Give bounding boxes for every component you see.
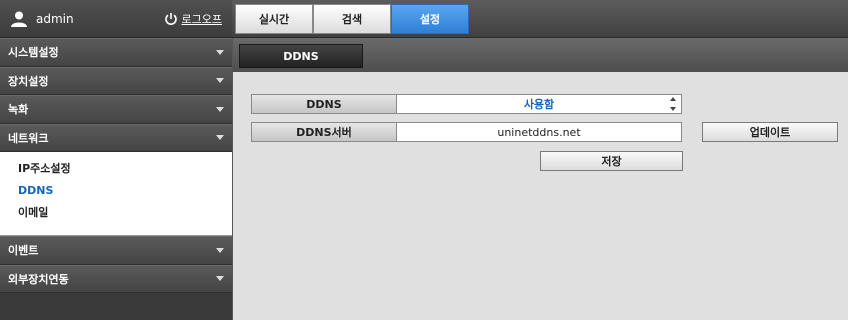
sidebar-item-label: 시스템설정 — [8, 46, 59, 60]
sidebar-item-record[interactable]: 녹화 — [0, 95, 232, 124]
ddns-server-field[interactable]: uninetddns.net — [396, 122, 682, 142]
top-tab-bar: 실시간 검색 설정 — [232, 0, 848, 38]
chevron-down-icon — [216, 247, 224, 253]
tab-live[interactable]: 실시간 — [235, 4, 313, 34]
sidebar-item-label: 네트워크 — [8, 131, 49, 145]
page-header: DDNS — [233, 38, 848, 72]
sidebar-item-device[interactable]: 장치설정 — [0, 66, 232, 95]
sidebar: admin 로그오프 시스템설정 장치설정 녹화 네트워크 IP주소설정 DDN… — [0, 0, 232, 320]
chevron-down-icon — [216, 106, 224, 112]
submenu-item-ip[interactable]: IP주소설정 — [0, 158, 232, 180]
user-icon — [10, 10, 28, 28]
ddns-select-value: 사용함 — [523, 98, 555, 111]
ddns-server-label: DDNS서버 — [251, 122, 397, 142]
submenu-item-ddns[interactable]: DDNS — [0, 180, 232, 202]
tab-settings[interactable]: 설정 — [391, 4, 469, 34]
arrow-up-icon — [670, 97, 676, 101]
page-title: DDNS — [239, 44, 363, 68]
logout-button[interactable]: 로그오프 — [164, 11, 222, 27]
arrow-down-icon — [670, 107, 676, 111]
sidebar-item-event[interactable]: 이벤트 — [0, 236, 232, 265]
network-submenu: IP주소설정 DDNS 이메일 — [0, 152, 232, 236]
sidebar-item-label: 외부장치연동 — [8, 272, 69, 286]
ddns-select[interactable]: 사용함 — [396, 94, 682, 114]
logout-label: 로그오프 — [181, 12, 222, 26]
save-button[interactable]: 저장 — [540, 151, 683, 171]
sidebar-item-external[interactable]: 외부장치연동 — [0, 264, 232, 293]
spinner-icon[interactable] — [670, 97, 678, 111]
username: admin — [36, 11, 74, 26]
ddns-label: DDNS — [251, 94, 397, 114]
chevron-down-icon — [216, 49, 224, 55]
sidebar-item-label: 녹화 — [8, 103, 29, 117]
sidebar-item-network[interactable]: 네트워크 — [0, 123, 232, 152]
power-icon — [164, 12, 178, 26]
update-button[interactable]: 업데이트 — [702, 122, 838, 142]
sidebar-item-label: 장치설정 — [8, 74, 49, 88]
submenu-item-email[interactable]: 이메일 — [0, 202, 232, 224]
chevron-down-icon — [216, 135, 224, 141]
chevron-down-icon — [216, 78, 224, 84]
chevron-down-icon — [216, 276, 224, 282]
main-content: DDNS DDNS 사용함 DDNS서버 uninetddns.net 업데이트… — [232, 38, 848, 320]
tab-search[interactable]: 검색 — [313, 4, 391, 34]
sidebar-item-label: 이벤트 — [8, 244, 39, 258]
sidebar-item-system[interactable]: 시스템설정 — [0, 38, 232, 67]
user-bar: admin 로그오프 — [0, 0, 232, 38]
